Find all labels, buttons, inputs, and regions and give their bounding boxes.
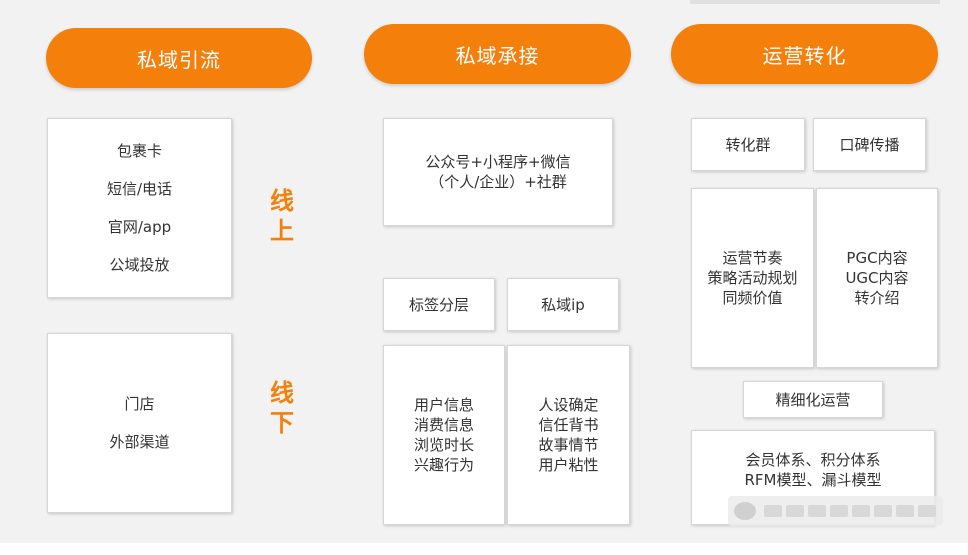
online-label-char: 上 bbox=[270, 217, 294, 245]
online-sources-card: 包裹卡 短信/电话 官网/app 公域投放 bbox=[47, 118, 232, 298]
online-item: 官网/app bbox=[107, 218, 172, 236]
word-of-mouth-label: 口碑传播 bbox=[839, 135, 900, 154]
watermark-blur bbox=[764, 505, 936, 517]
rhythm-line: 运营节奏 bbox=[722, 249, 783, 267]
bottom-edge-strip bbox=[0, 543, 968, 555]
online-item: 包裹卡 bbox=[116, 142, 162, 160]
user-info-line: 兴趣行为 bbox=[413, 456, 474, 474]
refined-ops-label: 精细化运营 bbox=[775, 390, 851, 409]
content-line: UGC内容 bbox=[845, 269, 909, 287]
systems-line: RFM模型、漏斗模型 bbox=[744, 470, 882, 489]
offline-label: 线 下 bbox=[270, 378, 294, 438]
online-label: 线 上 bbox=[270, 186, 294, 246]
user-info-line: 用户信息 bbox=[413, 396, 474, 414]
conversion-group-label: 转化群 bbox=[725, 135, 771, 154]
wechat-icon bbox=[734, 502, 756, 520]
content-line: 转介绍 bbox=[854, 289, 900, 307]
systems-line: 会员体系、积分体系 bbox=[745, 450, 881, 469]
offline-item: 外部渠道 bbox=[109, 433, 170, 451]
header-intake: 私域承接 bbox=[364, 24, 631, 84]
channels-line: 公众号+小程序+微信 bbox=[425, 153, 571, 171]
user-info-line: 消费信息 bbox=[413, 416, 474, 434]
content-card: PGC内容 UGC内容 转介绍 bbox=[816, 188, 938, 368]
tag-layer-card: 标签分层 bbox=[383, 278, 495, 331]
offline-item: 门店 bbox=[124, 395, 155, 413]
persona-line: 信任背书 bbox=[538, 416, 599, 434]
header-traffic-label: 私域引流 bbox=[137, 47, 221, 72]
private-ip-label: 私域ip bbox=[541, 295, 585, 314]
refined-ops-card: 精细化运营 bbox=[743, 381, 883, 418]
persona-line: 故事情节 bbox=[538, 436, 599, 454]
offline-label-char: 下 bbox=[270, 409, 294, 437]
top-edge-strip bbox=[690, 0, 940, 4]
rhythm-card: 运营节奏 策略活动规划 同频价值 bbox=[691, 188, 814, 368]
rhythm-line: 策略活动规划 bbox=[707, 269, 798, 287]
persona-line: 用户粘性 bbox=[538, 456, 599, 474]
content-line: PGC内容 bbox=[846, 249, 908, 267]
header-traffic: 私域引流 bbox=[46, 28, 312, 88]
persona-line: 人设确定 bbox=[538, 396, 599, 414]
word-of-mouth-card: 口碑传播 bbox=[813, 118, 926, 171]
online-item: 公域投放 bbox=[109, 256, 170, 274]
offline-label-char: 线 bbox=[270, 379, 294, 407]
user-info-card: 用户信息 消费信息 浏览时长 兴趣行为 bbox=[383, 345, 505, 525]
online-item: 短信/电话 bbox=[106, 180, 173, 198]
watermark bbox=[728, 496, 943, 526]
channels-card: 公众号+小程序+微信 （个人/企业）+社群 bbox=[383, 118, 613, 226]
persona-card: 人设确定 信任背书 故事情节 用户粘性 bbox=[507, 345, 630, 525]
rhythm-line: 同频价值 bbox=[722, 289, 783, 307]
online-label-char: 线 bbox=[270, 187, 294, 215]
user-info-line: 浏览时长 bbox=[413, 436, 474, 454]
tag-layer-label: 标签分层 bbox=[408, 295, 469, 314]
header-conversion-label: 运营转化 bbox=[762, 43, 847, 68]
private-ip-card: 私域ip bbox=[507, 278, 619, 331]
header-conversion: 运营转化 bbox=[671, 24, 938, 84]
channels-line: （个人/企业）+社群 bbox=[429, 173, 567, 191]
conversion-group-card: 转化群 bbox=[691, 118, 805, 171]
header-intake-label: 私域承接 bbox=[455, 43, 540, 68]
offline-sources-card: 门店 外部渠道 bbox=[47, 333, 232, 513]
